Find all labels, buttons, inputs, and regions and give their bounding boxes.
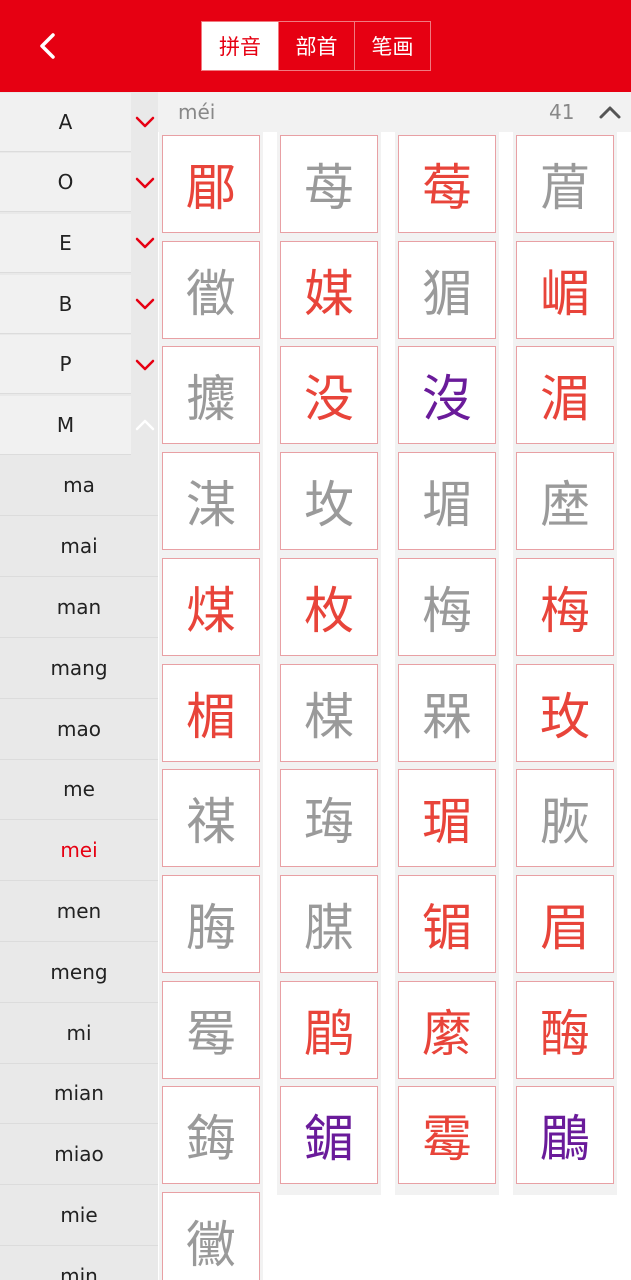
pinyin-item-mie[interactable]: mie (0, 1185, 158, 1246)
pinyin-item-me[interactable]: me (0, 760, 158, 821)
character-cell[interactable]: 媒 (280, 240, 378, 339)
character-cell[interactable]: 湈 (162, 452, 260, 551)
character-cell[interactable]: 攗 (162, 346, 260, 445)
character-cell[interactable]: 没 (280, 346, 378, 445)
chevron-down-icon[interactable] (131, 274, 158, 334)
character-cell[interactable]: 鶥 (516, 1086, 614, 1185)
pinyin-item-mai[interactable]: mai (0, 516, 158, 578)
tab-radical[interactable]: 部首 (278, 22, 354, 70)
chevron-up-icon[interactable] (131, 395, 158, 455)
chevron-down-icon[interactable] (131, 92, 158, 152)
character-cell[interactable]: 珻 (280, 769, 378, 868)
character-cell[interactable]: 黴 (162, 1192, 260, 1280)
character-cell[interactable]: 眉 (516, 874, 614, 973)
character-panel[interactable]: méi 41 郿苺莓葿徾媒猸嵋攗没沒湄湈坆堳塺煤枚梅梅楣楳槑玫禖珻瑂脄脢腜镅眉䍙… (158, 92, 631, 1280)
character-cell[interactable]: 徾 (162, 240, 260, 339)
tab-strokes[interactable]: 笔画 (354, 22, 430, 70)
chevron-down-icon[interactable] (131, 335, 158, 395)
letter-group-o[interactable]: O (0, 153, 158, 214)
letter-group-e[interactable]: E (0, 213, 158, 274)
character-cell[interactable]: 梅 (516, 557, 614, 656)
letter-label: E (0, 213, 131, 273)
chevron-left-icon (40, 33, 55, 59)
chevron-down-icon[interactable] (131, 213, 158, 273)
character-cell[interactable]: 槑 (398, 663, 496, 762)
character-cell[interactable]: 枚 (280, 557, 378, 656)
character-cell[interactable]: 塺 (516, 452, 614, 551)
character-cell[interactable]: 猸 (398, 240, 496, 339)
character-cell[interactable]: 郿 (162, 135, 260, 233)
character-cell[interactable]: 鋂 (162, 1086, 260, 1185)
letter-label: A (0, 92, 131, 152)
pinyin-index-sidebar[interactable]: AOEBPM ma mai man mang mao me mei men meng mi mian… (0, 92, 158, 1280)
letter-group-p[interactable]: P (0, 334, 158, 395)
character-cell[interactable]: 縻 (398, 980, 496, 1079)
pinyin-item-man[interactable]: man (0, 577, 158, 638)
pinyin-item-mang[interactable]: mang (0, 638, 158, 699)
character-cell[interactable]: 葿 (516, 135, 614, 233)
app-header: 拼音 部首 笔画 (0, 0, 631, 92)
character-cell[interactable]: 湄 (516, 346, 614, 445)
character-cell[interactable]: 莓 (398, 135, 496, 233)
character-cell[interactable]: 脄 (516, 769, 614, 868)
section-header[interactable]: méi 41 (158, 92, 631, 132)
letter-group-a[interactable]: A (0, 92, 158, 153)
character-cell[interactable]: 楳 (280, 663, 378, 762)
character-cell[interactable]: 沒 (398, 346, 496, 445)
character-cell[interactable]: 梅 (398, 557, 496, 656)
character-cell[interactable]: 玫 (516, 663, 614, 762)
chevron-up-icon[interactable] (598, 102, 622, 122)
character-cell[interactable]: 苺 (280, 135, 378, 233)
pinyin-item-mei[interactable]: mei (0, 820, 158, 882)
pinyin-item-mao[interactable]: mao (0, 699, 158, 760)
character-cell[interactable]: 坆 (280, 452, 378, 551)
pinyin-item-men[interactable]: men (0, 881, 158, 942)
character-cell[interactable]: 腜 (280, 874, 378, 973)
pinyin-item-miao[interactable]: miao (0, 1124, 158, 1186)
pinyin-item-mi[interactable]: mi (0, 1003, 158, 1064)
letter-label: P (0, 335, 131, 395)
letter-label: M (0, 395, 131, 455)
character-cell[interactable]: 镅 (398, 874, 496, 973)
character-cell[interactable]: 煤 (162, 557, 260, 656)
character-cell[interactable]: 瑂 (398, 769, 496, 868)
tab-pinyin[interactable]: 拼音 (202, 22, 278, 70)
character-cell[interactable]: 鹛 (280, 980, 378, 1079)
character-cell[interactable]: 堳 (398, 452, 496, 551)
character-cell[interactable]: 楣 (162, 663, 260, 762)
character-cell[interactable]: 脢 (162, 874, 260, 973)
letter-group-m[interactable]: M (0, 395, 158, 456)
character-cell[interactable]: 鎇 (280, 1086, 378, 1185)
character-cell[interactable]: 禖 (162, 769, 260, 868)
pinyin-item-ma[interactable]: ma (0, 456, 158, 517)
letter-group-b[interactable]: B (0, 274, 158, 335)
section-count: 41 (549, 100, 575, 124)
lookup-mode-tabs: 拼音 部首 笔画 (201, 21, 431, 71)
character-cell[interactable]: 霉 (398, 1086, 496, 1185)
character-cell[interactable]: 䍙 (162, 980, 260, 1079)
section-pinyin: méi (178, 100, 216, 124)
chevron-down-icon[interactable] (131, 153, 158, 213)
pinyin-item-mian[interactable]: mian (0, 1064, 158, 1125)
character-cell[interactable]: 酶 (516, 980, 614, 1079)
letter-label: B (0, 274, 131, 334)
letter-label: O (0, 153, 131, 213)
character-cell[interactable]: 嵋 (516, 240, 614, 339)
back-button[interactable] (28, 26, 68, 66)
pinyin-item-min[interactable]: min (0, 1246, 158, 1280)
pinyin-item-meng[interactable]: meng (0, 942, 158, 1003)
